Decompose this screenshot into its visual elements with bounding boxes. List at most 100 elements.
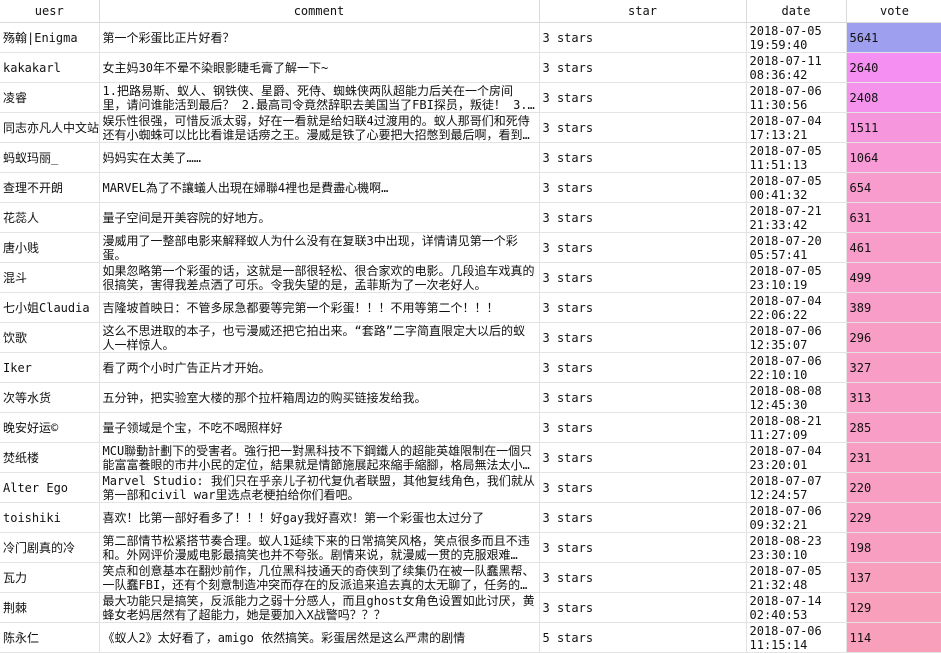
cell-comment: 如果忽略第一个彩蛋的话，这就是一部很轻松、很合家欢的电影。几段追车戏真的很搞笑，…: [99, 262, 540, 293]
cell-user: 晚安好运©: [0, 412, 100, 443]
column-header-date[interactable]: date: [746, 0, 847, 23]
table-row[interactable]: toishiki 喜欢！比第一部好看多了！！！好gay我好喜欢！第一个彩蛋也太过分…: [0, 502, 941, 533]
cell-user: 陈永仁: [0, 622, 100, 653]
date-text: 2018-07-04 22:06:22: [749, 293, 822, 322]
table-row[interactable]: 同志亦凡人中文站 娱乐性很强，可惜反派太弱，好在一看就是给妇联4过渡用的。蚁人那哥…: [0, 112, 941, 143]
cell-star: 3 stars: [539, 412, 747, 443]
header-row: uesr comment star date vote: [0, 0, 941, 23]
table-row[interactable]: 混斗 如果忽略第一个彩蛋的话，这就是一部很轻松、很合家欢的电影。几段追车戏真的很搞…: [0, 262, 941, 293]
cell-vote: 285: [846, 412, 941, 443]
column-header-star[interactable]: star: [539, 0, 747, 23]
cell-star: 3 stars: [539, 322, 747, 353]
table-row[interactable]: 凌睿 1.把路易斯、蚁人、钢铁侠、星爵、死侍、蜘蛛侠两队超能力后关在一个房间里，请…: [0, 82, 941, 113]
cell-comment: Marvel Studio: 我们只在乎亲儿子初代复仇者联盟，其他复线角色，我们…: [99, 472, 540, 503]
cell-user: 焚纸楼: [0, 442, 100, 473]
comment-text: MARVEL為了不讓蟻人出現在婦聯4裡也是費盡心機啊…: [102, 180, 389, 195]
table-row[interactable]: 七小姐Claudia 吉隆坡首映日：不管多尿急都要等完第一个彩蛋！！！不用等第二个…: [0, 292, 941, 323]
comment-text: 最大功能只是搞笑，反派能力之弱十分感人，而且ghost女角色设置如此讨厌，黄蜂女…: [102, 593, 535, 622]
cell-comment: MCU聯動計劃下的受害者。強行把一對黑科技不下鋼鐵人的超能英雄限制在一個只能富富…: [99, 442, 540, 473]
cell-comment: 看了两个小时广告正片才开始。: [99, 352, 540, 383]
table-row[interactable]: 蚂蚁玛丽_ 妈妈实在太美了…… 3 stars 2018-07-05 11:51:13…: [0, 142, 941, 173]
cell-vote: 231: [846, 442, 941, 473]
table-row[interactable]: kakakarl 女主妈30年不晕不染眼影睫毛膏了解一下~ 3 stars 2018-…: [0, 52, 941, 83]
column-header-user[interactable]: uesr: [0, 0, 100, 23]
date-text: 2018-07-06 22:10:10: [749, 353, 822, 382]
cell-comment: 五分钟，把实验室大楼的那个拉杆箱周边的购买链接发给我。: [99, 382, 540, 413]
date-text: 2018-07-05 19:59:40: [749, 23, 822, 52]
cell-date: 2018-07-05 11:51:13: [746, 142, 847, 173]
cell-vote: 1064: [846, 142, 941, 173]
date-text: 2018-07-05 21:32:48: [749, 563, 822, 592]
cell-star: 3 stars: [539, 442, 747, 473]
cell-vote: 389: [846, 292, 941, 323]
date-text: 2018-07-11 08:36:42: [749, 53, 822, 82]
comment-text: 笑点和创意基本在翻炒前作，几位黑科技通天的奇侠到了续集仍在被一队蠢黑帮、一队蠢F…: [102, 563, 535, 592]
table-row[interactable]: Iker 看了两个小时广告正片才开始。 3 stars 2018-07-06 22:1…: [0, 352, 941, 383]
cell-date: 2018-07-06 12:35:07: [746, 322, 847, 353]
cell-date: 2018-07-06 11:30:56: [746, 82, 847, 113]
cell-date: 2018-07-06 11:15:14: [746, 622, 847, 653]
table-row[interactable]: 花蕊人 量子空间是开美容院的好地方。 3 stars 2018-07-21 21:33…: [0, 202, 941, 233]
table-row[interactable]: 焚纸楼 MCU聯動計劃下的受害者。強行把一對黑科技不下鋼鐵人的超能英雄限制在一個只…: [0, 442, 941, 473]
table-row[interactable]: 饮歌 这么不思进取的本子，也亏漫威还把它拍出来。“套路”二字简直限定大以后的蚁人一…: [0, 322, 941, 353]
cell-vote: 313: [846, 382, 941, 413]
cell-date: 2018-07-20 05:57:41: [746, 232, 847, 263]
cell-vote: 129: [846, 592, 941, 623]
comment-text: MCU聯動計劃下的受害者。強行把一對黑科技不下鋼鐵人的超能英雄限制在一個只能富富…: [102, 443, 533, 472]
comment-text: 漫威用了一整部电影来解释蚁人为什么没有在复联3中出现，详情请见第一个彩蛋。: [102, 233, 518, 262]
table-row[interactable]: 荆棘 最大功能只是搞笑，反派能力之弱十分感人，而且ghost女角色设置如此讨厌，黄…: [0, 592, 941, 623]
table-row[interactable]: 瓦力 笑点和创意基本在翻炒前作，几位黑科技通天的奇侠到了续集仍在被一队蠢黑帮、一队…: [0, 562, 941, 593]
cell-vote: 327: [846, 352, 941, 383]
comment-text: 如果忽略第一个彩蛋的话，这就是一部很轻松、很合家欢的电影。几段追车戏真的很搞笑，…: [102, 263, 535, 292]
cell-user: 瓦力: [0, 562, 100, 593]
comment-text: 量子空间是开美容院的好地方。: [102, 210, 271, 225]
cell-date: 2018-07-07 12:24:57: [746, 472, 847, 503]
cell-date: 2018-07-06 09:32:21: [746, 502, 847, 533]
comment-text: 妈妈实在太美了……: [102, 150, 201, 165]
cell-star: 3 stars: [539, 202, 747, 233]
cell-vote: 198: [846, 532, 941, 563]
comment-text: Marvel Studio: 我们只在乎亲儿子初代复仇者联盟，其他复线角色，我们…: [102, 473, 535, 502]
cell-comment: 娱乐性很强，可惜反派太弱，好在一看就是给妇联4过渡用的。蚁人那哥们和死侍还有小蜘…: [99, 112, 540, 143]
cell-star: 3 stars: [539, 172, 747, 203]
date-text: 2018-07-04 23:20:01: [749, 443, 822, 472]
cell-date: 2018-07-05 00:41:32: [746, 172, 847, 203]
cell-user: kakakarl: [0, 52, 100, 83]
table-row[interactable]: 晚安好运© 量子领域是个宝，不吃不喝照样好 3 stars 2018-08-21 11…: [0, 412, 941, 443]
cell-user: 唐小贱: [0, 232, 100, 263]
date-text: 2018-07-06 12:35:07: [749, 323, 822, 352]
date-text: 2018-07-06 09:32:21: [749, 503, 822, 532]
comment-text: 五分钟，把实验室大楼的那个拉杆箱周边的购买链接发给我。: [102, 390, 427, 405]
cell-vote: 2408: [846, 82, 941, 113]
cell-comment: 女主妈30年不晕不染眼影睫毛膏了解一下~: [99, 52, 540, 83]
table-row[interactable]: 冷门剧真的冷 第二部情节松紧搭节奏合理。蚁人1延续下来的日常搞笑风格，笑点很多而且…: [0, 532, 941, 563]
table-row[interactable]: 唐小贱 漫威用了一整部电影来解释蚁人为什么没有在复联3中出现，详情请见第一个彩蛋。…: [0, 232, 941, 263]
date-text: 2018-07-04 17:13:21: [749, 113, 822, 142]
cell-user: 花蕊人: [0, 202, 100, 233]
cell-comment: 喜欢！比第一部好看多了！！！好gay我好喜欢！第一个彩蛋也太过分了: [99, 502, 540, 533]
cell-star: 3 stars: [539, 142, 747, 173]
comment-text: 这么不思进取的本子，也亏漫威还把它拍出来。“套路”二字简直限定大以后的蚁人一样惊…: [102, 323, 525, 352]
table-row[interactable]: 陈永仁 《蚁人2》太好看了，amigo 依然搞笑。彩蛋居然是这么严肃的剧情 5 st…: [0, 622, 941, 653]
comment-text: 第一个彩蛋比正片好看？: [102, 30, 235, 45]
column-header-vote[interactable]: vote: [846, 0, 941, 23]
table-row[interactable]: Alter Ego Marvel Studio: 我们只在乎亲儿子初代复仇者联盟，…: [0, 472, 941, 503]
cell-vote: 137: [846, 562, 941, 593]
date-text: 2018-07-06 11:15:14: [749, 623, 822, 652]
cell-vote: 220: [846, 472, 941, 503]
table-row[interactable]: 殇翰|Enigma 第一个彩蛋比正片好看？ 3 stars 2018-07-05 19…: [0, 22, 941, 53]
table-row[interactable]: 查理不开朗 MARVEL為了不讓蟻人出現在婦聯4裡也是費盡心機啊… 3 stars 2…: [0, 172, 941, 203]
cell-comment: 最大功能只是搞笑，反派能力之弱十分感人，而且ghost女角色设置如此讨厌，黄蜂女…: [99, 592, 540, 623]
date-text: 2018-07-06 11:30:56: [749, 83, 822, 112]
table-row[interactable]: 次等水货 五分钟，把实验室大楼的那个拉杆箱周边的购买链接发给我。 3 stars 20…: [0, 382, 941, 413]
comments-table: uesr comment star date vote 殇翰|Enigma 第一个…: [0, 0, 941, 653]
cell-star: 3 stars: [539, 382, 747, 413]
cell-user: Iker: [0, 352, 100, 383]
column-header-comment[interactable]: comment: [99, 0, 540, 23]
cell-user: 殇翰|Enigma: [0, 22, 100, 53]
cell-star: 3 stars: [539, 292, 747, 323]
cell-comment: 笑点和创意基本在翻炒前作，几位黑科技通天的奇侠到了续集仍在被一队蠢黑帮、一队蠢F…: [99, 562, 540, 593]
cell-comment: 妈妈实在太美了……: [99, 142, 540, 173]
cell-date: 2018-07-21 21:33:42: [746, 202, 847, 233]
cell-star: 3 stars: [539, 502, 747, 533]
